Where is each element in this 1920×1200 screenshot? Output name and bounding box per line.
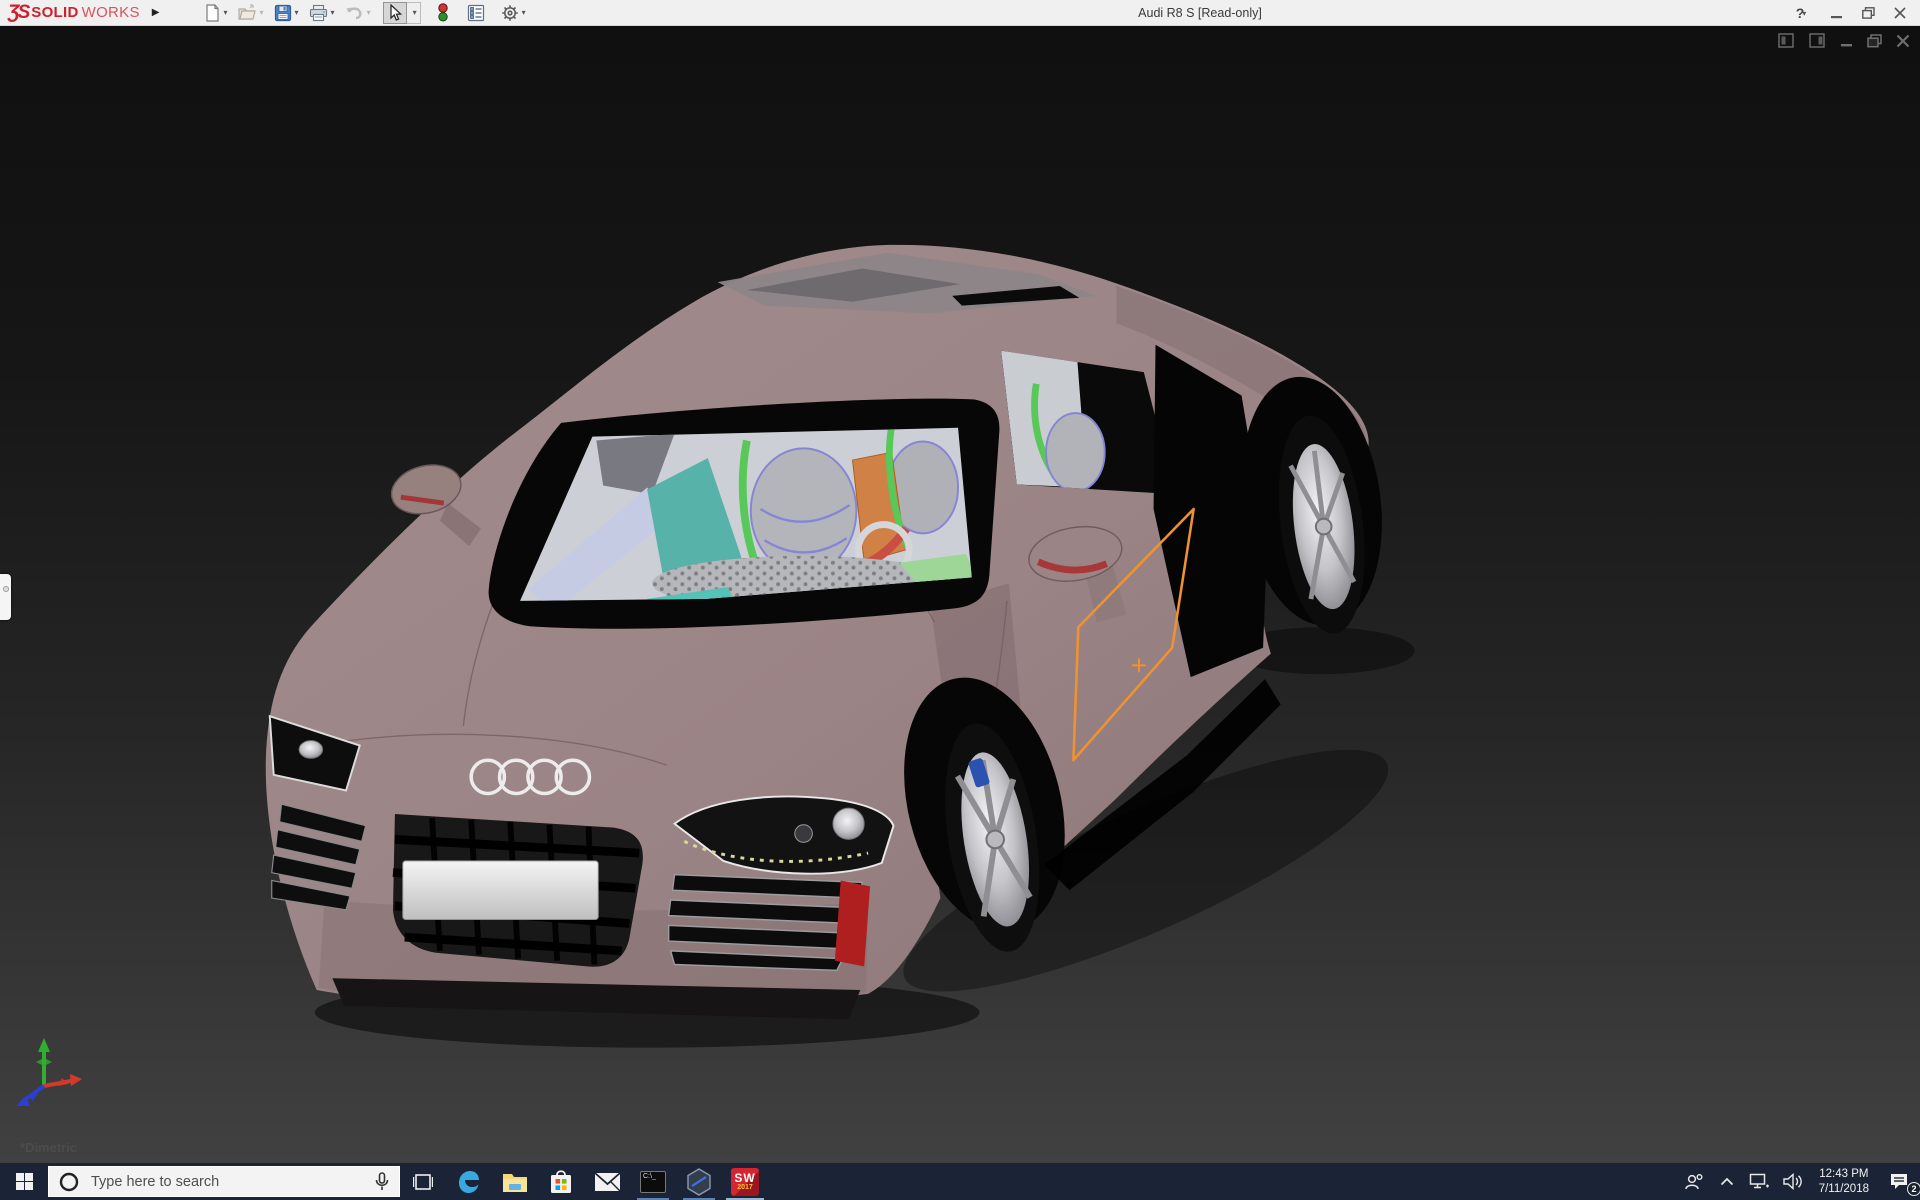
inner-lens <box>795 825 813 843</box>
new-document-button[interactable]: ▾ <box>200 2 232 24</box>
restore-icon <box>1862 7 1875 19</box>
windshield[interactable] <box>489 399 1000 629</box>
store-button[interactable] <box>538 1163 584 1200</box>
taskbar-search[interactable] <box>48 1166 400 1197</box>
traffic-light-icon <box>437 3 449 22</box>
file-properties-icon <box>467 4 485 22</box>
task-view-button[interactable] <box>400 1163 446 1200</box>
edge-icon <box>456 1169 482 1195</box>
quick-access-toolbar: ▾ ▾ ▾ <box>200 2 530 24</box>
brand-text-light: WORKS <box>82 4 140 21</box>
title-bar: ƷS SOLIDWORKS ▶ ▾ ▾ <box>0 0 1920 26</box>
clock-date: 7/11/2018 <box>1819 1182 1869 1197</box>
speaker-icon <box>1783 1173 1803 1190</box>
action-center-icon <box>1889 1172 1909 1191</box>
mail-icon <box>594 1172 621 1192</box>
child-restore-icon[interactable] <box>1867 34 1882 48</box>
save-floppy-icon <box>274 4 292 22</box>
solidworks-logo: ƷS SOLIDWORKS <box>8 3 140 22</box>
child-minimize-icon[interactable] <box>1840 34 1853 48</box>
select-tool-button[interactable] <box>383 2 407 24</box>
hexagon-app-button[interactable] <box>676 1163 722 1200</box>
system-tray: 12:43 PM 7/11/2018 2 <box>1681 1163 1920 1200</box>
projector-lens <box>833 808 864 839</box>
rebuild-button[interactable] <box>433 2 453 24</box>
search-input[interactable] <box>89 1173 365 1191</box>
file-explorer-icon <box>502 1171 528 1193</box>
options-button[interactable]: ▾ <box>497 2 530 24</box>
license-plate <box>403 861 599 920</box>
open-folder-icon <box>238 4 257 22</box>
chevron-up-icon <box>1720 1177 1734 1186</box>
windows-logo-icon <box>16 1173 33 1190</box>
undo-button[interactable]: ▾ <box>341 2 375 24</box>
help-button[interactable]: ?▾ <box>1784 2 1818 24</box>
microphone-icon[interactable] <box>375 1172 389 1191</box>
volume-button[interactable] <box>1780 1163 1806 1200</box>
notification-badge: 2 <box>1907 1182 1920 1196</box>
save-button[interactable]: ▾ <box>270 2 303 24</box>
select-tool-dropdown[interactable]: ▾ <box>407 2 421 24</box>
solidworks-window: ƷS SOLIDWORKS ▶ ▾ ▾ <box>0 0 1920 1200</box>
graphics-viewport[interactable]: *Dimetric <box>0 26 1920 1163</box>
close-button[interactable] <box>1886 2 1914 24</box>
document-title: Audi R8 S [Read-only] <box>1138 0 1262 26</box>
people-button[interactable] <box>1681 1163 1707 1200</box>
3d-model-audi-r8[interactable] <box>0 26 1920 1163</box>
undo-arrow-icon <box>345 4 364 22</box>
mail-button[interactable] <box>584 1163 630 1200</box>
windows-taskbar: C:\_ SW 2017 <box>0 1163 1920 1200</box>
new-document-icon <box>204 4 221 22</box>
start-button[interactable] <box>0 1163 48 1200</box>
pane-right-icon[interactable] <box>1809 33 1826 49</box>
store-icon <box>549 1169 573 1195</box>
task-view-icon <box>413 1172 433 1192</box>
close-icon <box>1894 7 1906 19</box>
action-center-button[interactable]: 2 <box>1882 1163 1916 1200</box>
red-accent <box>835 880 870 966</box>
child-window-controls <box>1778 33 1910 49</box>
tray-overflow-button[interactable] <box>1714 1163 1740 1200</box>
child-close-icon[interactable] <box>1896 34 1910 48</box>
y-axis-arrow <box>38 1038 50 1052</box>
brand-text-bold: SOLID <box>31 4 78 21</box>
command-prompt-icon: C:\_ <box>640 1171 666 1193</box>
solidworks-2017-icon: SW 2017 <box>731 1168 759 1196</box>
window-controls: ?▾ <box>1784 0 1914 26</box>
file-explorer-button[interactable] <box>492 1163 538 1200</box>
people-icon <box>1684 1173 1704 1191</box>
minimize-icon <box>1831 8 1842 19</box>
select-cursor-icon <box>387 4 403 22</box>
print-button[interactable]: ▾ <box>305 2 339 24</box>
network-icon <box>1749 1173 1770 1190</box>
file-properties-button[interactable] <box>463 2 489 24</box>
clock-time: 12:43 PM <box>1819 1167 1869 1182</box>
printer-icon <box>309 4 328 22</box>
open-document-button[interactable]: ▾ <box>234 2 268 24</box>
view-orientation-label: *Dimetric <box>20 1140 77 1155</box>
reference-triad <box>14 1036 84 1108</box>
restore-button[interactable] <box>1854 2 1882 24</box>
3ds-logo-mark: ƷS <box>8 3 28 22</box>
solidworks-app-button[interactable]: SW 2017 <box>722 1163 768 1200</box>
command-prompt-button[interactable]: C:\_ <box>630 1163 676 1200</box>
minimize-button[interactable] <box>1822 2 1850 24</box>
pane-left-icon[interactable] <box>1778 33 1795 49</box>
network-button[interactable] <box>1747 1163 1773 1200</box>
cortana-icon <box>59 1172 79 1192</box>
taskbar-clock[interactable]: 12:43 PM 7/11/2018 <box>1813 1167 1875 1197</box>
x-axis-arrow <box>70 1074 82 1086</box>
edge-button[interactable] <box>446 1163 492 1200</box>
hexagon-app-icon <box>686 1168 712 1196</box>
menu-flyout-arrow-icon[interactable]: ▶ <box>152 7 160 18</box>
taskbar-apps: C:\_ SW 2017 <box>400 1163 768 1200</box>
gear-icon <box>501 4 519 22</box>
front-grille[interactable] <box>393 814 643 967</box>
